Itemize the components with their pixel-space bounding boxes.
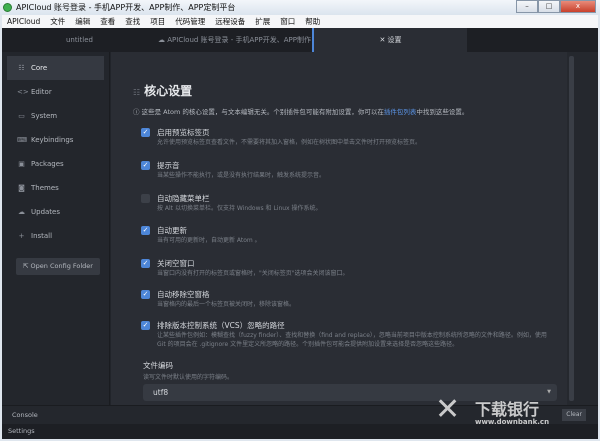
menu-item[interactable]: 文件 bbox=[45, 15, 70, 28]
tab-bar: untitled ☁ APICloud 账号登录 - 手机APP开发、APP制作… bbox=[2, 28, 598, 52]
sidebar-item-core[interactable]: ☷ Core bbox=[7, 56, 104, 80]
status-bar: Settings bbox=[2, 424, 598, 439]
chevron-down-icon: ▼ bbox=[547, 389, 551, 395]
settings-sidebar: ☷ Core <> Editor ▭ System ⌨ Keybindings ▣ Package… bbox=[2, 52, 110, 405]
option-desc: 当某些操作不能执行，或是没有执行结果时，触发系统提示音。 bbox=[157, 172, 326, 179]
info-text: ⓘ 这些是 Atom 的核心设置，与文本编辑无关。个别插件包可能有附加设置，你可… bbox=[133, 108, 469, 116]
keyboard-icon: ⌨ bbox=[17, 136, 28, 144]
checkbox[interactable]: ✓ bbox=[141, 226, 150, 235]
page-title: ☷ 核心设置 bbox=[133, 84, 193, 98]
sidebar-item-label: Install bbox=[31, 232, 53, 240]
monitor-icon: ▭ bbox=[18, 112, 25, 120]
option-desc: 当窗口内没有打开的标签页或窗格时，"关闭标签页"选项会关闭该窗口。 bbox=[157, 270, 349, 277]
option-title: 自动隐藏菜单栏 bbox=[157, 194, 210, 203]
sidebar-item-label: System bbox=[31, 112, 58, 120]
sidebar-item-themes[interactable]: ◙ Themes bbox=[7, 176, 104, 200]
option-title: 自动移除空窗格 bbox=[157, 290, 210, 299]
watermark-logo-icon: ✕ bbox=[435, 392, 461, 427]
sidebar-item-install[interactable]: + Install bbox=[7, 224, 104, 248]
sidebar-item-packages[interactable]: ▣ Packages bbox=[7, 152, 104, 176]
packages-list-link[interactable]: 插件包列表 bbox=[384, 108, 417, 116]
option-title: 提示音 bbox=[157, 161, 180, 170]
option-desc: 允许使用预览标签页查看文件，不需要将其加入窗格，例如在树状图中单击文件时打开预览… bbox=[157, 139, 422, 146]
option-desc: 让某些插件包例如：模糊查找（fuzzy finder）、查找和替换（find a… bbox=[157, 332, 547, 348]
encoding-desc: 读写文件时默认使用的字符编码。 bbox=[143, 374, 234, 381]
checkbox[interactable]: ✓ bbox=[141, 321, 150, 330]
menu-item[interactable]: 窗口 bbox=[275, 15, 300, 28]
tab-apicloud-login[interactable]: ☁ APICloud 账号登录 - 手机APP开发、APP制作 bbox=[157, 28, 312, 52]
sidebar-item-label: Updates bbox=[31, 208, 60, 216]
checkbox[interactable]: ✓ bbox=[141, 290, 150, 299]
paint-bucket-icon: ◙ bbox=[18, 184, 25, 192]
close-button[interactable]: x bbox=[560, 0, 596, 13]
menu-item[interactable]: 编辑 bbox=[70, 15, 95, 28]
code-icon: <> bbox=[17, 88, 29, 96]
sidebar-item-label: Editor bbox=[31, 88, 52, 96]
window-title: APICloud 账号登录 - 手机APP开发、APP制作、APP定制平台 bbox=[16, 3, 236, 12]
sliders-icon: ☷ bbox=[18, 64, 25, 72]
cloud-icon: ☁ bbox=[158, 36, 168, 44]
app-icon bbox=[3, 3, 12, 12]
menu-item[interactable]: 远程设备 bbox=[210, 15, 250, 28]
menu-item[interactable]: APICloud bbox=[2, 15, 45, 28]
settings-panel: ☷ 核心设置 ⓘ 这些是 Atom 的核心设置，与文本编辑无关。个别插件包可能有附… bbox=[111, 52, 567, 405]
option-title: 启用预览标签页 bbox=[157, 128, 210, 137]
menu-item[interactable]: 查看 bbox=[95, 15, 120, 28]
menu-item[interactable]: 项目 bbox=[145, 15, 170, 28]
cloud-download-icon: ☁ bbox=[18, 208, 25, 216]
option-title: 关闭空窗口 bbox=[157, 259, 195, 268]
menu-item[interactable]: 代码管理 bbox=[170, 15, 210, 28]
encoding-title: 文件编码 bbox=[143, 361, 173, 370]
sidebar-item-updates[interactable]: ☁ Updates bbox=[7, 200, 104, 224]
sidebar-item-label: Core bbox=[31, 64, 48, 72]
tools-icon: ✕ bbox=[379, 36, 388, 44]
sliders-icon: ☷ bbox=[133, 88, 141, 97]
tab-untitled[interactable]: untitled bbox=[2, 28, 157, 52]
sidebar-item-keybindings[interactable]: ⌨ Keybindings bbox=[7, 128, 104, 152]
menu-item[interactable]: 扩展 bbox=[250, 15, 275, 28]
option-title: 自动更新 bbox=[157, 226, 187, 235]
editor-window: untitled ☁ APICloud 账号登录 - 手机APP开发、APP制作… bbox=[2, 28, 598, 439]
minimize-button[interactable]: – bbox=[516, 0, 538, 13]
maximize-button[interactable]: □ bbox=[538, 0, 560, 13]
sidebar-item-label: Packages bbox=[31, 160, 64, 168]
scrollbar-thumb[interactable] bbox=[569, 56, 574, 401]
menu-item[interactable]: 查找 bbox=[120, 15, 145, 28]
menu-item[interactable]: 帮助 bbox=[300, 15, 325, 28]
clear-button[interactable]: Clear bbox=[562, 409, 586, 421]
tab-settings[interactable]: ✕ 设置 bbox=[312, 28, 467, 52]
checkbox[interactable]: ✓ bbox=[141, 128, 150, 137]
plus-icon: + bbox=[18, 232, 25, 240]
option-desc: 当窗格内的最后一个标签页被关闭时，移除该窗格。 bbox=[157, 301, 296, 308]
question-icon: ⓘ bbox=[133, 108, 142, 116]
sidebar-item-label: Keybindings bbox=[31, 136, 74, 144]
option-desc: 当有可用的更新时，自动更新 Atom 。 bbox=[157, 237, 261, 244]
sidebar-item-system[interactable]: ▭ System bbox=[7, 104, 104, 128]
option-title: 排除版本控制系统（VCS）忽略的路径 bbox=[157, 321, 285, 330]
checkbox[interactable]: ✓ bbox=[141, 161, 150, 170]
sidebar-item-editor[interactable]: <> Editor bbox=[7, 80, 104, 104]
checkbox[interactable] bbox=[141, 194, 150, 203]
sidebar-item-label: Themes bbox=[31, 184, 59, 192]
package-icon: ▣ bbox=[18, 160, 25, 168]
external-link-icon: ⇱ bbox=[23, 262, 31, 270]
option-desc: 按 Alt 以切换菜单栏。仅支持 Windows 和 Linux 操作系统。 bbox=[157, 205, 322, 212]
title-bar: APICloud 账号登录 - 手机APP开发、APP制作、APP定制平台 – … bbox=[0, 0, 600, 15]
menu-bar: APICloud 文件 编辑 查看 查找 项目 代码管理 远程设备 扩展 窗口 帮助 bbox=[2, 15, 598, 28]
checkbox[interactable]: ✓ bbox=[141, 259, 150, 268]
open-config-folder-button[interactable]: ⇱ Open Config Folder bbox=[16, 258, 100, 275]
scrollbar[interactable] bbox=[567, 52, 598, 405]
